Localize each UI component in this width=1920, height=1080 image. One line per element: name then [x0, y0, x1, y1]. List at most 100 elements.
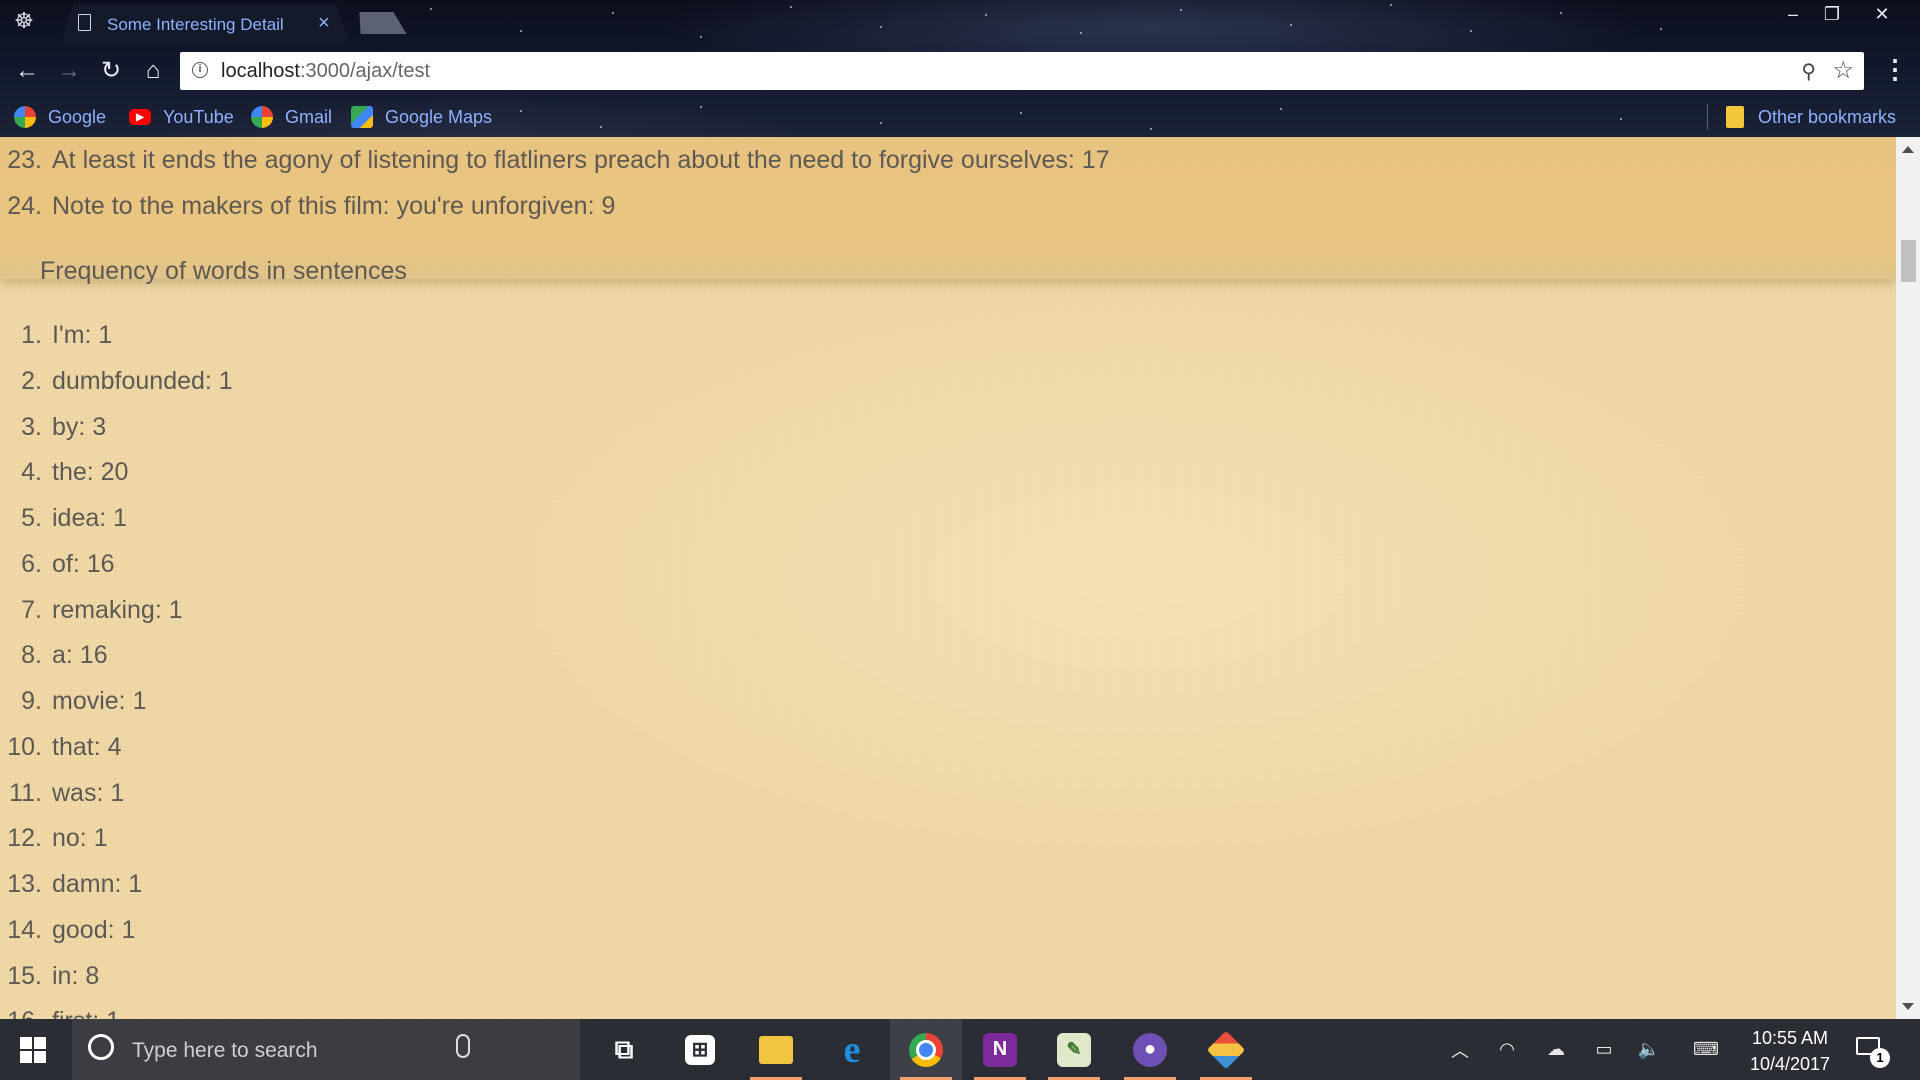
- taskbar-search[interactable]: Type here to search: [72, 1019, 580, 1080]
- onedrive-icon[interactable]: ☁: [1538, 1019, 1574, 1080]
- clock-date: 10/4/2017: [1749, 1054, 1831, 1074]
- list-number: 7.: [21, 596, 42, 624]
- list-text: good: 1: [52, 916, 136, 944]
- clock-time: 10:55 AM: [1751, 1028, 1829, 1048]
- list-item: 24. Note to the makers of this film: you'…: [0, 192, 615, 221]
- list-item: 1. I'm: 1: [0, 321, 112, 350]
- bookmark-label: YouTube: [163, 106, 234, 127]
- minimize-icon[interactable]: –: [1773, 0, 1813, 30]
- onenote-icon[interactable]: N: [964, 1019, 1036, 1080]
- other-bookmarks[interactable]: Other bookmarks: [1726, 104, 1896, 130]
- scroll-down-icon[interactable]: [1902, 1003, 1914, 1010]
- clock[interactable]: 10:55 AM 10/4/2017: [1734, 1025, 1846, 1077]
- bookmark-google-maps[interactable]: Google Maps: [351, 104, 492, 130]
- github-icon[interactable]: ●: [1114, 1019, 1186, 1080]
- list-number: 9.: [21, 687, 42, 715]
- list-item: 10. that: 4: [0, 733, 122, 762]
- list-text: damn: 1: [52, 870, 143, 898]
- cortana-icon: [88, 1034, 114, 1060]
- list-text: movie: 1: [52, 687, 147, 715]
- list-number: 1.: [21, 321, 42, 349]
- list-number: 14.: [7, 916, 42, 944]
- other-bookmarks-label: Other bookmarks: [1758, 106, 1897, 127]
- restore-icon[interactable]: ❐: [1812, 0, 1852, 30]
- list-item: 2. dumbfounded: 1: [0, 367, 233, 396]
- new-tab-button[interactable]: [353, 12, 406, 34]
- edge-icon[interactable]: e: [816, 1019, 888, 1080]
- list-number: 23.: [7, 146, 42, 174]
- forward-icon[interactable]: →: [52, 54, 86, 88]
- bookmarks-divider: [1707, 104, 1708, 130]
- reload-icon[interactable]: ↻: [94, 54, 128, 88]
- start-button[interactable]: [20, 1037, 46, 1063]
- page-scrollbar[interactable]: [1896, 137, 1920, 1019]
- google-maps-icon: [351, 106, 373, 128]
- list-item: 9. movie: 1: [0, 687, 146, 716]
- task-view-icon[interactable]: ⧉: [588, 1019, 660, 1080]
- page-icon: [78, 14, 91, 31]
- info-icon[interactable]: i: [192, 62, 208, 78]
- file-explorer-icon[interactable]: [740, 1019, 812, 1080]
- bookmark-youtube[interactable]: ▶ YouTube: [129, 104, 234, 130]
- list-item: 15. in: 8: [0, 962, 99, 991]
- show-hidden-icons-icon[interactable]: ︿: [1446, 1019, 1474, 1080]
- list-text: no: 1: [52, 824, 108, 852]
- google-icon: [251, 106, 273, 128]
- bookmark-label: Google: [48, 106, 107, 127]
- scroll-up-icon[interactable]: [1902, 146, 1914, 153]
- microphone-icon[interactable]: [456, 1034, 470, 1058]
- chrome-icon[interactable]: [890, 1019, 962, 1080]
- list-item: 11. was: 1: [0, 779, 124, 808]
- list-text: dumbfounded: 1: [52, 367, 233, 395]
- list-text: At least it ends the agony of listening …: [52, 146, 1110, 174]
- bookmark-google[interactable]: Google: [14, 104, 106, 130]
- git-icon[interactable]: [1190, 1019, 1262, 1080]
- list-item: 23. At least it ends the agony of listeni…: [0, 146, 1110, 175]
- tab-close-icon[interactable]: ×: [318, 12, 330, 34]
- taskbar: Type here to search ⧉ ⊞ e N ✎ ● ︿ ◠ ☁ ▭ …: [0, 1019, 1920, 1080]
- zoom-icon[interactable]: ⚲: [1801, 59, 1816, 84]
- list-text: remaking: 1: [52, 596, 183, 624]
- toolbar: ← → ↻ ⌂ i localhost:3000/ajax/test ⚲ ☆ ⋮: [0, 44, 1920, 98]
- keyboard-icon[interactable]: ⌨: [1686, 1019, 1726, 1080]
- back-icon[interactable]: ←: [10, 54, 44, 88]
- list-number: 2.: [21, 367, 42, 395]
- page-viewport: 23. At least it ends the agony of listeni…: [0, 137, 1896, 1019]
- home-icon[interactable]: ⌂: [136, 54, 170, 88]
- bookmark-star-icon[interactable]: ☆: [1832, 56, 1854, 85]
- action-center-icon[interactable]: 1: [1854, 1033, 1890, 1068]
- bookmark-label: Gmail: [285, 106, 333, 127]
- list-text: that: 4: [52, 733, 122, 761]
- list-item: 12. no: 1: [0, 824, 108, 853]
- bookmark-label: Google Maps: [385, 106, 493, 127]
- bookmark-gmail[interactable]: Gmail: [251, 104, 332, 130]
- menu-icon[interactable]: ⋮: [1882, 54, 1908, 84]
- list-text: of: 16: [52, 550, 115, 578]
- address-bar[interactable]: i localhost:3000/ajax/test ⚲ ☆: [180, 52, 1864, 90]
- list-item: 3. by: 3: [0, 413, 106, 442]
- tab-active[interactable]: Some Interesting Detail ×: [60, 4, 350, 44]
- battery-icon[interactable]: ▭: [1586, 1019, 1622, 1080]
- url-text[interactable]: localhost:3000/ajax/test: [221, 60, 430, 83]
- scroll-thumb[interactable]: [1901, 240, 1916, 282]
- section-title: Frequency of words in sentences: [40, 257, 407, 285]
- close-window-icon[interactable]: ✕: [1862, 0, 1902, 30]
- list-number: 16.: [0, 1007, 42, 1019]
- list-number: 10.: [7, 733, 42, 761]
- tab-strip: ☸ Some Interesting Detail × – ❐ ✕: [0, 0, 1920, 44]
- list-number: 6.: [21, 550, 42, 578]
- list-item: 13. damn: 1: [0, 870, 142, 899]
- search-placeholder: Type here to search: [132, 1039, 318, 1062]
- screen: ☸ Some Interesting Detail × – ❐ ✕ ← → ↻ …: [0, 0, 1920, 1080]
- incognito-icon: ☸: [14, 8, 34, 33]
- list-number: 11.: [9, 779, 42, 807]
- browser-chrome: ☸ Some Interesting Detail × – ❐ ✕ ← → ↻ …: [0, 0, 1920, 137]
- google-icon: [14, 106, 36, 128]
- list-item: 14. good: 1: [0, 916, 135, 945]
- list-text: Note to the makers of this film: you're …: [52, 192, 616, 220]
- notepad-icon[interactable]: ✎: [1038, 1019, 1110, 1080]
- notification-count: 1: [1870, 1048, 1890, 1068]
- wifi-icon[interactable]: ◠: [1492, 1019, 1522, 1080]
- store-icon[interactable]: ⊞: [664, 1019, 736, 1080]
- volume-icon[interactable]: 🔈: [1634, 1019, 1664, 1080]
